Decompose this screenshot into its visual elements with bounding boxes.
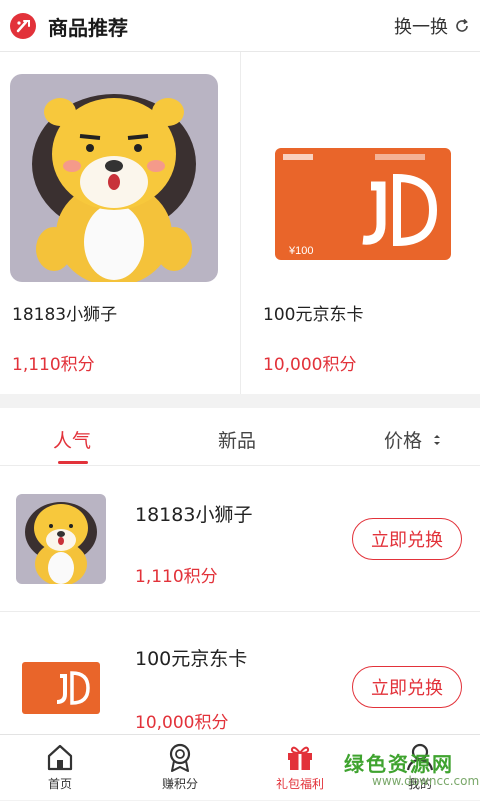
- top-bar: 商品推荐 换一换: [0, 0, 480, 52]
- nav-gift-welfare[interactable]: 礼包福利: [240, 735, 360, 801]
- product-points: 10,000积分: [135, 713, 229, 733]
- jd-card-image: [16, 658, 106, 732]
- plush-lion-image: [10, 74, 218, 282]
- tab-new[interactable]: 新品: [218, 426, 256, 453]
- medal-icon: [169, 743, 191, 772]
- product-name: 18183小狮子: [12, 305, 118, 325]
- tab-price[interactable]: 价格: [384, 426, 442, 453]
- product-name: 100元京东卡: [135, 648, 248, 670]
- sort-tabs: 人气 新品 价格: [0, 408, 480, 466]
- user-icon: [406, 743, 434, 771]
- product-name: 18183小狮子: [135, 504, 253, 526]
- refresh-label: 换一换: [394, 17, 448, 38]
- nav-label: 礼包福利: [275, 777, 324, 791]
- refresh-icon: [456, 18, 468, 32]
- recommend-section: 18183小狮子 1,110积分 ¥100 100元京东卡 10,000积分: [0, 52, 480, 394]
- recommend-card[interactable]: ¥100 100元京东卡 10,000积分: [240, 52, 480, 394]
- sort-icon: [434, 435, 441, 445]
- redeem-button[interactable]: 立即兑换: [352, 518, 462, 560]
- redeem-button[interactable]: 立即兑换: [352, 666, 462, 708]
- nav-home[interactable]: 首页: [0, 735, 120, 801]
- product-list: 18183小狮子 1,110积分 立即兑换 100元京东卡 10,000积分 立…: [0, 466, 480, 734]
- tab-price-label: 价格: [384, 430, 423, 452]
- gift-icon: [288, 746, 312, 770]
- nav-label: 赚积分: [161, 777, 198, 791]
- tab-popular[interactable]: 人气: [53, 426, 91, 453]
- plush-lion-image: [16, 494, 106, 584]
- list-item[interactable]: 18183小狮子 1,110积分 立即兑换: [0, 466, 480, 612]
- jd-card-image: ¥100: [265, 74, 473, 282]
- nav-label: 我的: [407, 777, 432, 791]
- nav-earn-points[interactable]: 赚积分: [120, 735, 240, 801]
- card-value: ¥100: [288, 245, 313, 257]
- nav-label: 首页: [47, 777, 72, 791]
- bottom-nav: 首页 赚积分 礼包福利 我的: [0, 734, 480, 800]
- product-points: 10,000积分: [263, 355, 357, 375]
- nav-mine[interactable]: 我的: [360, 735, 480, 801]
- home-icon: [47, 744, 73, 771]
- recommend-icon: [10, 13, 36, 39]
- refresh-button[interactable]: 换一换: [394, 12, 470, 40]
- product-points: 1,110积分: [135, 567, 218, 587]
- product-points: 1,110积分: [12, 355, 95, 375]
- product-name: 100元京东卡: [263, 305, 364, 325]
- recommend-card[interactable]: 18183小狮子 1,110积分: [0, 52, 239, 394]
- active-tab-indicator: [58, 461, 88, 464]
- page-title: 商品推荐: [48, 16, 128, 40]
